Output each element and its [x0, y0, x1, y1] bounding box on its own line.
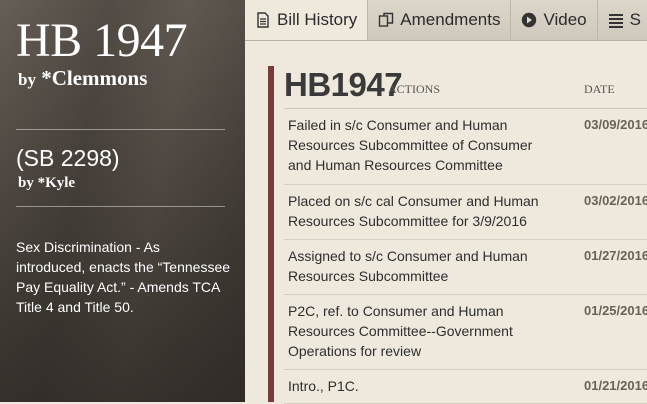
companion-sponsor-name[interactable]: *Kyle [38, 175, 76, 191]
table-row: Assigned to s/c Consumer and Human Resou… [284, 240, 647, 295]
sponsor-name[interactable]: *Clemmons [41, 66, 147, 90]
action-text: Intro., P1C. [288, 378, 359, 394]
tab-more[interactable]: S [597, 0, 647, 40]
history-header: HB1947 ACTIONS DATE [284, 66, 647, 109]
divider [16, 129, 225, 130]
tab-amendments[interactable]: Amendments [368, 0, 512, 40]
action-text: Placed on s/c cal Consumer and Human Res… [288, 193, 539, 229]
tab-bill-history[interactable]: Bill History [245, 0, 369, 40]
companion-bill[interactable]: (SB 2298) [16, 145, 120, 172]
bill-history-panel: HB1947 ACTIONS DATE Failed in s/c Consum… [268, 66, 647, 404]
table-row: Placed on s/c cal Consumer and Human Res… [284, 185, 647, 240]
table-row: Intro., P1C. 01/21/2016 [284, 370, 647, 404]
action-date: 01/27/2016 [584, 248, 647, 263]
actions-column-header: ACTIONS [388, 82, 441, 96]
list-icon [608, 14, 623, 28]
history-table: Failed in s/c Consumer and Human Resourc… [284, 109, 647, 404]
companion-sponsor-prefix: by [18, 175, 34, 191]
bill-summary: Sex Discrimination - As introduced, enac… [16, 239, 231, 315]
action-text: P2C, ref. to Consumer and Human Resource… [288, 303, 513, 359]
table-row: Failed in s/c Consumer and Human Resourc… [284, 109, 647, 185]
tab-label: Video [543, 10, 587, 29]
tab-label: S [629, 10, 641, 29]
action-date: 03/02/2016 [584, 193, 647, 208]
action-date: 01/25/2016 [584, 303, 647, 318]
action-date: 01/21/2016 [584, 378, 647, 393]
action-date: 03/09/2016 [584, 117, 647, 132]
action-text: Assigned to s/c Consumer and Human Resou… [288, 248, 528, 284]
copy-icon [379, 12, 394, 27]
sponsor-prefix: by [18, 70, 36, 89]
document-icon [257, 12, 269, 28]
bill-sidebar: HB 1947 by *Clemmons (SB 2298) by *Kyle … [0, 0, 245, 402]
companion-sponsor: by *Kyle [18, 175, 75, 192]
divider [16, 206, 225, 207]
tab-video[interactable]: Video [511, 0, 598, 40]
date-column-header: DATE [584, 82, 615, 96]
action-text: Failed in s/c Consumer and Human Resourc… [288, 117, 533, 173]
table-row: P2C, ref. to Consumer and Human Resource… [284, 295, 647, 370]
play-icon [522, 12, 537, 28]
tab-label: Amendments [400, 10, 501, 29]
history-title: HB1947 [284, 66, 403, 103]
tab-bar: Bill History Amendments Video S [245, 0, 647, 41]
bill-number: HB 1947 [16, 14, 188, 67]
tab-label: Bill History [277, 10, 358, 29]
bill-sponsor: by *Clemmons [18, 66, 147, 91]
